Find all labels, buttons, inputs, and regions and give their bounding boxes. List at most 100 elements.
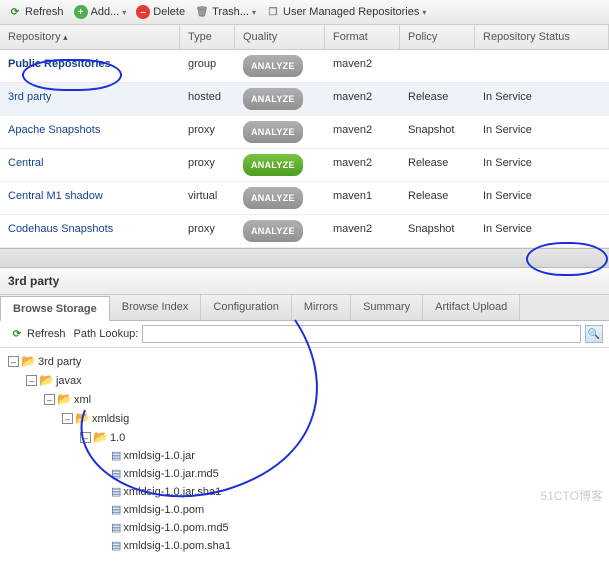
- analyze-badge[interactable]: ANALYZE: [243, 88, 303, 110]
- tree-label: javax: [56, 373, 82, 389]
- tree-node[interactable]: – xmldsig: [8, 409, 601, 428]
- tree-node[interactable]: xmldsig-1.0.jar: [8, 447, 601, 465]
- grid-body: Public RepositoriesgroupANALYZEmaven23rd…: [0, 50, 609, 248]
- analyze-badge[interactable]: ANALYZE: [243, 55, 303, 77]
- file-icon: [111, 520, 121, 536]
- tree-node[interactable]: – javax: [8, 371, 601, 390]
- refresh-tree-button[interactable]: ⟳Refresh: [6, 325, 70, 343]
- table-row[interactable]: Public RepositoriesgroupANALYZEmaven2: [0, 50, 609, 83]
- analyze-badge[interactable]: ANALYZE: [243, 220, 303, 242]
- col-status[interactable]: Repository Status: [475, 25, 609, 49]
- path-lookup-label: Path Lookup:: [74, 328, 139, 340]
- trash-icon: 🗑: [195, 5, 209, 19]
- folder-icon: [21, 353, 36, 370]
- col-policy[interactable]: Policy: [400, 25, 475, 49]
- table-row[interactable]: Central M1 shadowvirtual ANALYZE maven1Rel…: [0, 182, 609, 215]
- cell-name: Central M1 shadow: [0, 187, 180, 209]
- cell-status: In Service: [475, 220, 609, 242]
- table-row[interactable]: 3rd partyhostedANALYZEmaven2ReleaseIn Se…: [0, 83, 609, 116]
- cell-type: hosted: [180, 88, 235, 110]
- file-icon: [111, 448, 121, 464]
- cell-format: maven2: [325, 55, 400, 77]
- grid-header: Repository Type Quality Format Policy Re…: [0, 25, 609, 50]
- table-row[interactable]: CentralproxyANALYZEmaven2ReleaseIn Servi…: [0, 149, 609, 182]
- tree-label: xmldsig-1.0.jar.md5: [123, 466, 218, 482]
- refresh-label: Refresh: [25, 6, 64, 18]
- tree-node[interactable]: – 1.0: [8, 428, 601, 447]
- tree-toggle[interactable]: –: [26, 375, 37, 386]
- tree-toggle[interactable]: –: [8, 356, 19, 367]
- tree-node[interactable]: xmldsig-1.0.pom.md5: [8, 519, 601, 537]
- cell-status: In Service: [475, 88, 609, 110]
- col-type[interactable]: Type: [180, 25, 235, 49]
- cell-quality: ANALYZE: [235, 88, 325, 110]
- cell-name: Codehaus Snapshots: [0, 220, 180, 242]
- analyze-badge[interactable]: ANALYZE: [243, 187, 303, 209]
- chevron-down-icon: ▾: [122, 8, 126, 17]
- table-row[interactable]: Apache SnapshotsproxyANALYZEmaven2Snapsh…: [0, 116, 609, 149]
- chevron-down-icon: ▾: [252, 8, 256, 17]
- tab-browse-storage[interactable]: Browse Storage: [0, 296, 110, 321]
- folder-icon: [75, 410, 90, 427]
- tree-node[interactable]: – xml: [8, 390, 601, 409]
- user-managed-button[interactable]: ❐User Managed Repositories▾: [262, 3, 430, 21]
- cell-policy: [400, 55, 475, 77]
- trash-label: Trash...: [212, 6, 249, 18]
- path-lookup-bar: ⟳Refresh Path Lookup: 🔍: [0, 321, 609, 348]
- cell-type: virtual: [180, 187, 235, 209]
- add-button[interactable]: +Add...▾: [70, 3, 131, 21]
- cell-policy: Snapshot: [400, 121, 475, 143]
- cell-policy: Release: [400, 187, 475, 209]
- tree-toggle[interactable]: –: [62, 413, 73, 424]
- col-format[interactable]: Format: [325, 25, 400, 49]
- file-icon: [111, 466, 121, 482]
- storage-tree: – 3rd party– javax– xml– xmldsig– 1.0 xm…: [0, 348, 609, 567]
- cell-status: [475, 55, 609, 77]
- file-icon: [111, 502, 121, 518]
- cell-status: In Service: [475, 187, 609, 209]
- delete-button[interactable]: –Delete: [132, 3, 189, 21]
- watermark: 51CTO博客: [541, 487, 603, 504]
- trash-button[interactable]: 🗑Trash...▾: [191, 3, 260, 21]
- tree-label: xmldsig-1.0.jar.sha1: [123, 484, 221, 500]
- path-lookup-input[interactable]: [142, 325, 581, 343]
- cell-quality: ANALYZE: [235, 121, 325, 143]
- folder-icon: [57, 391, 72, 408]
- tree-label: 3rd party: [38, 354, 81, 370]
- tree-node[interactable]: – 3rd party: [8, 352, 601, 371]
- tab-mirrors[interactable]: Mirrors: [292, 295, 351, 320]
- tab-browse-index[interactable]: Browse Index: [110, 295, 202, 320]
- cell-format: maven1: [325, 187, 400, 209]
- add-icon: +: [74, 5, 88, 19]
- col-repository[interactable]: Repository: [0, 25, 180, 49]
- folder-icon: [39, 372, 54, 389]
- cell-quality: ANALYZE: [235, 220, 325, 242]
- cell-quality: ANALYZE: [235, 187, 325, 209]
- cell-quality: ANALYZE: [235, 55, 325, 77]
- analyze-badge[interactable]: ANALYZE: [243, 121, 303, 143]
- tree-node[interactable]: xmldsig-1.0.jar.sha1: [8, 483, 601, 501]
- tab-configuration[interactable]: Configuration: [201, 295, 291, 320]
- analyze-badge[interactable]: ANALYZE: [243, 154, 303, 176]
- col-quality[interactable]: Quality: [235, 25, 325, 49]
- file-icon: [111, 484, 121, 500]
- splitter[interactable]: [0, 248, 609, 268]
- tree-node[interactable]: xmldsig-1.0.jar.md5: [8, 465, 601, 483]
- cell-status: In Service: [475, 154, 609, 176]
- cell-quality: ANALYZE: [235, 154, 325, 176]
- refresh-tree-label: Refresh: [27, 328, 66, 340]
- tab-artifact-upload[interactable]: Artifact Upload: [423, 295, 520, 320]
- cell-policy: Release: [400, 154, 475, 176]
- tree-node[interactable]: xmldsig-1.0.pom.sha1: [8, 537, 601, 555]
- cell-name: Central: [0, 154, 180, 176]
- tree-toggle[interactable]: –: [80, 432, 91, 443]
- lookup-button[interactable]: 🔍: [585, 325, 603, 343]
- tree-toggle[interactable]: –: [44, 394, 55, 405]
- table-row[interactable]: Codehaus SnapshotsproxyANALYZEmaven2Snap…: [0, 215, 609, 248]
- chevron-down-icon: ▾: [422, 8, 426, 17]
- refresh-button[interactable]: ⟳Refresh: [4, 3, 68, 21]
- tree-label: xmldsig-1.0.jar: [123, 448, 195, 464]
- tree-node[interactable]: xmldsig-1.0.pom: [8, 501, 601, 519]
- tab-summary[interactable]: Summary: [351, 295, 423, 320]
- delete-label: Delete: [153, 6, 185, 18]
